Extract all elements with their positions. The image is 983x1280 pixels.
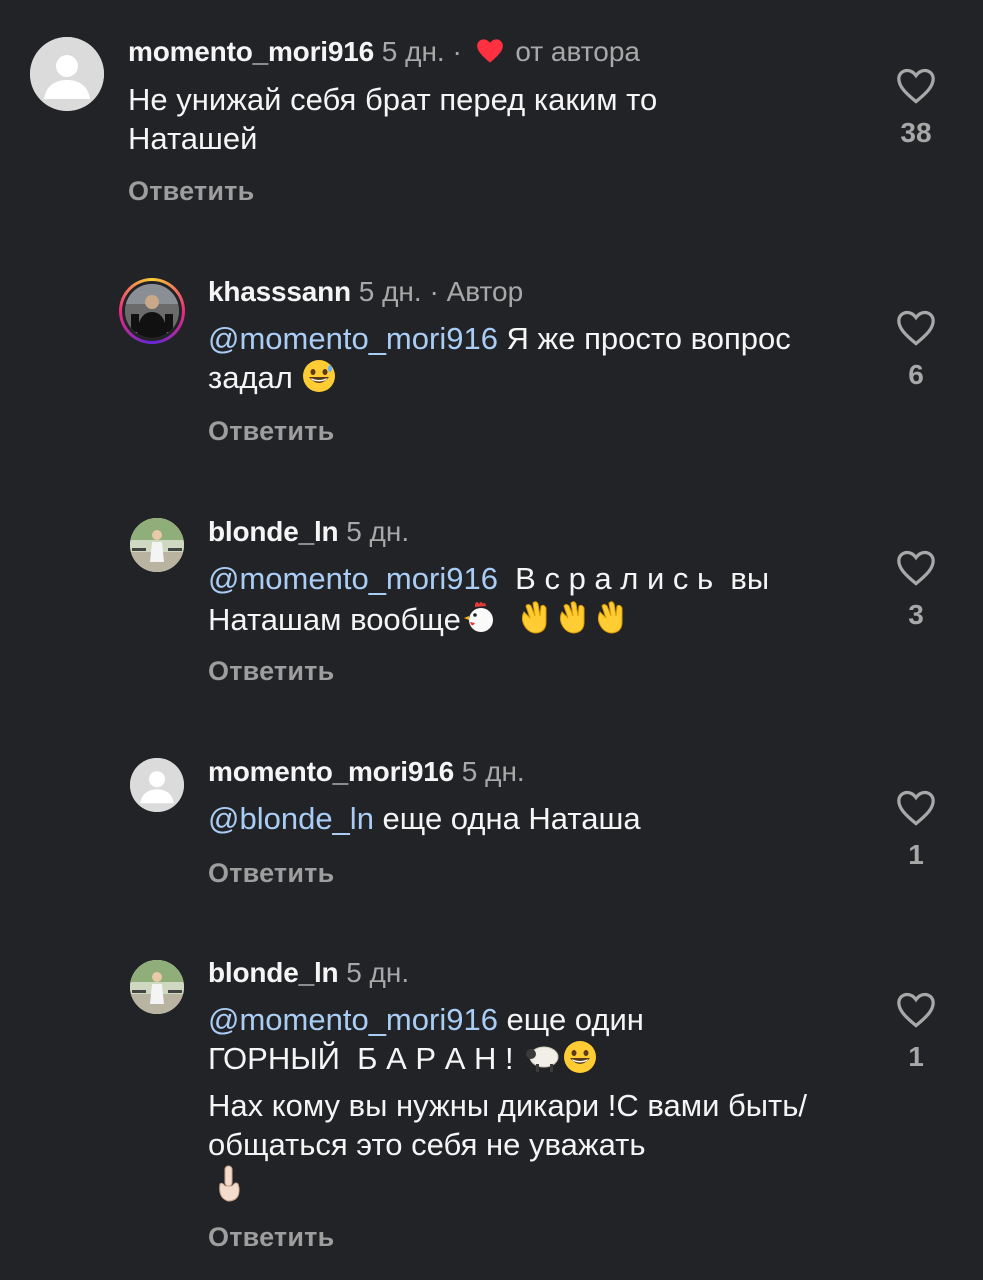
person-photo-icon bbox=[130, 960, 184, 1014]
heart-outline-icon[interactable] bbox=[896, 68, 936, 104]
separator: · bbox=[452, 36, 462, 67]
comment-time: 5 дн. bbox=[346, 516, 410, 547]
comment-5: blonde_ln 5 дн. @momento_mori916 еще оди… bbox=[0, 922, 983, 1280]
like-control: 38 bbox=[876, 68, 956, 148]
pointing-up-emoji-icon bbox=[214, 1164, 244, 1213]
comment-3: blonde_ln 5 дн. @momento_mori916 В с р а… bbox=[0, 480, 983, 720]
grinning-emoji-icon bbox=[562, 1039, 598, 1084]
like-count: 6 bbox=[908, 359, 924, 390]
person-photo-icon bbox=[130, 518, 184, 572]
like-control: 1 bbox=[876, 790, 956, 870]
mention-link[interactable]: @blonde_ln bbox=[208, 801, 374, 836]
heart-filled-icon bbox=[476, 38, 504, 72]
like-count: 3 bbox=[908, 599, 924, 630]
comment-text-body: еще одна Наташа bbox=[373, 801, 641, 836]
reply-button[interactable]: Ответить bbox=[208, 858, 334, 889]
heart-outline-icon[interactable] bbox=[896, 550, 936, 586]
comment-text: Не унижай себя брат перед каким то Наташ… bbox=[128, 82, 658, 156]
waving-hand-emoji-icon bbox=[516, 598, 554, 645]
avatar-blonde-ln[interactable] bbox=[130, 960, 184, 1014]
heart-outline-icon[interactable] bbox=[896, 790, 936, 826]
avatar-photo bbox=[122, 281, 182, 341]
comment-username[interactable]: blonde_ln bbox=[208, 957, 339, 988]
mention-link[interactable]: @momento_mori916 bbox=[208, 561, 498, 596]
person-photo-icon bbox=[125, 284, 179, 338]
default-avatar-icon bbox=[30, 37, 104, 111]
comment-text: @momento_mori916 Я же просто вопрос зада… bbox=[208, 319, 808, 403]
heart-outline-icon[interactable] bbox=[896, 992, 936, 1028]
avatar-momento-mori916[interactable] bbox=[30, 37, 104, 111]
comment-4: momento_mori916 5 дн. @blonde_ln еще одн… bbox=[0, 720, 983, 920]
avatar-khasssann[interactable] bbox=[119, 278, 185, 344]
comment-time: 5 дн. bbox=[461, 756, 525, 787]
grinning-sweat-emoji-icon bbox=[301, 358, 337, 403]
like-control: 6 bbox=[876, 310, 956, 390]
waving-hand-emoji-icon bbox=[554, 598, 592, 645]
comment-2: khasssann 5 дн. · Автор @momento_mori916… bbox=[0, 240, 983, 480]
comment-time: 5 дн. bbox=[381, 36, 445, 67]
like-count: 1 bbox=[908, 839, 924, 870]
comment-text: @momento_mori916 еще один ГОРНЫЙ Б А Р А… bbox=[208, 1000, 768, 1084]
comment-1: momento_mori916 5 дн. · от автора Не уни… bbox=[0, 0, 983, 240]
like-control: 3 bbox=[876, 550, 956, 630]
comment-text-second-paragraph: Нах кому вы нужны дикари !С вами быть/об… bbox=[208, 1086, 838, 1213]
comment-text: @blonde_ln еще одна Наташа bbox=[208, 799, 848, 838]
heart-outline-icon[interactable] bbox=[896, 310, 936, 346]
avatar-blonde-ln[interactable] bbox=[130, 518, 184, 572]
comment-username[interactable]: blonde_ln bbox=[208, 516, 339, 547]
reply-button[interactable]: Ответить bbox=[208, 416, 334, 447]
comment-username[interactable]: khasssann bbox=[208, 276, 351, 307]
default-avatar-icon bbox=[130, 758, 184, 812]
like-count: 1 bbox=[908, 1041, 924, 1072]
author-badge: Автор bbox=[446, 276, 524, 307]
comment-time: 5 дн. bbox=[358, 276, 422, 307]
comment-text-body-2: Нах кому вы нужны дикари !С вами быть/об… bbox=[208, 1088, 808, 1162]
like-control: 1 bbox=[876, 992, 956, 1072]
comment-time: 5 дн. bbox=[346, 957, 410, 988]
mention-link[interactable]: @momento_mori916 bbox=[208, 321, 498, 356]
separator: · bbox=[429, 276, 439, 307]
comment-username[interactable]: momento_mori916 bbox=[208, 756, 454, 787]
reply-button[interactable]: Ответить bbox=[208, 1222, 334, 1253]
like-count: 38 bbox=[900, 117, 932, 148]
reply-button[interactable]: Ответить bbox=[208, 656, 334, 687]
waving-hand-emoji-icon bbox=[592, 598, 630, 645]
mention-link[interactable]: @momento_mori916 bbox=[208, 1002, 498, 1037]
liked-by-author-badge: от автора bbox=[515, 36, 640, 67]
sheep-emoji-icon bbox=[522, 1039, 562, 1084]
avatar-momento-mori916[interactable] bbox=[130, 758, 184, 812]
comment-text: @momento_mori916 В с р а л и с ь вы Ната… bbox=[208, 559, 848, 645]
chicken-emoji-icon bbox=[461, 598, 499, 645]
reply-button[interactable]: Ответить bbox=[128, 176, 254, 207]
comment-username[interactable]: momento_mori916 bbox=[128, 36, 374, 67]
